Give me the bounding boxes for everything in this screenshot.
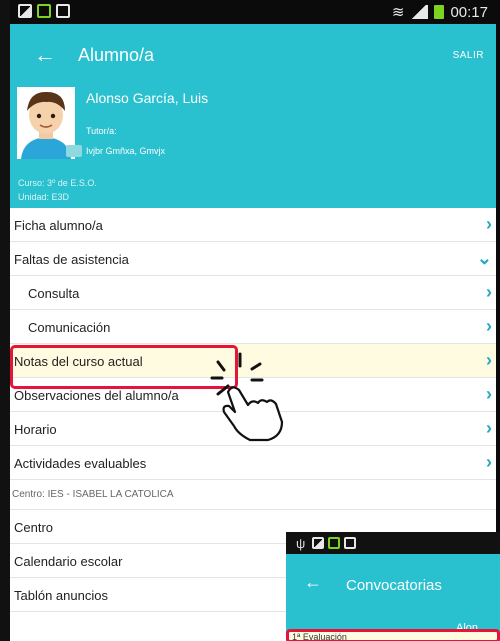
arrow-left-icon[interactable]: ← <box>34 42 56 68</box>
menu-item-consulta[interactable]: Consulta › <box>10 276 496 310</box>
menu-item-label: Calendario escolar <box>14 554 123 569</box>
student-profile: Alonso García, Luis Tutor/a: Ivjbr Gmñxa… <box>10 86 496 208</box>
school-label: Centro: IES - ISABEL LA CATOLICA <box>12 489 174 500</box>
menu-item-label: Comunicación <box>28 320 111 335</box>
menu-item-faltas[interactable]: Faltas de asistencia ⌄ <box>10 242 496 276</box>
usb-icon: ψ <box>296 536 306 551</box>
signal-icon <box>410 5 429 19</box>
chevron-down-icon: ⌄ <box>476 248 492 268</box>
arrow-left-icon: ← <box>304 572 322 592</box>
tap-hand-icon <box>210 352 284 442</box>
chevron-right-icon: › <box>486 452 492 472</box>
document-notification-icon <box>56 4 70 18</box>
menu-item-ficha[interactable]: Ficha alumno/a › <box>10 208 496 242</box>
wifi-icon: ≋ <box>391 4 405 21</box>
chevron-right-icon: › <box>486 384 492 404</box>
inset-title: Convocatorias <box>346 577 442 594</box>
battery-icon <box>434 5 445 19</box>
image-notification-icon <box>18 4 32 18</box>
menu-item-comunicacion[interactable]: Comunicación › <box>10 310 496 344</box>
school-label-row: Centro: IES - ISABEL LA CATOLICA <box>10 480 496 510</box>
menu-item-label: Consulta <box>28 286 80 301</box>
menu-item-label: Tablón anuncios <box>14 588 108 603</box>
status-bar: ≋ 00:17 <box>10 0 496 24</box>
inset-status-bar: ψ <box>286 532 500 554</box>
device-bezel <box>0 0 10 641</box>
inset-screenshot: ψ ← Convocatorias Alon 1ª Evaluación <box>286 532 500 641</box>
exit-button[interactable]: SALIR <box>453 50 484 61</box>
chevron-right-icon: › <box>486 350 492 370</box>
menu-item-label: Faltas de asistencia <box>14 252 129 267</box>
status-time: 00:17 <box>450 3 488 21</box>
transfer-notification-icon <box>328 537 340 549</box>
tutor-name: Ivjbr Gmñxa, Gmvjx <box>86 146 166 156</box>
chevron-right-icon: › <box>486 418 492 438</box>
course-text: Curso: 3º de E.S.O. <box>18 178 97 188</box>
document-notification-icon <box>344 537 356 549</box>
transfer-notification-icon <box>37 4 51 18</box>
app-screen: ≋ 00:17 ← Alumno/a SALIR Alonso García, … <box>0 0 500 641</box>
page-title: Alumno/a <box>78 45 155 65</box>
image-notification-icon <box>312 537 324 549</box>
menu-item-label: Actividades evaluables <box>14 456 147 471</box>
evaluation-label: 1ª Evaluación <box>292 632 347 641</box>
menu-item-actividades[interactable]: Actividades evaluables › <box>10 446 496 480</box>
tutor-label: Tutor/a: <box>86 126 117 136</box>
chevron-right-icon: › <box>486 316 492 336</box>
menu-item-label: Observaciones del alumno/a <box>14 388 179 403</box>
unit-text: Unidad: E3D <box>18 192 70 202</box>
chevron-right-icon: › <box>486 282 492 302</box>
student-name: Alonso García, Luis <box>86 90 209 106</box>
app-bar: ← Alumno/a SALIR <box>10 24 496 86</box>
menu-item-label: Ficha alumno/a <box>14 218 103 233</box>
chevron-right-icon: › <box>486 214 492 234</box>
menu-item-label: Centro <box>14 520 54 535</box>
menu-item-label: Horario <box>14 422 57 437</box>
message-icon[interactable] <box>66 145 82 157</box>
